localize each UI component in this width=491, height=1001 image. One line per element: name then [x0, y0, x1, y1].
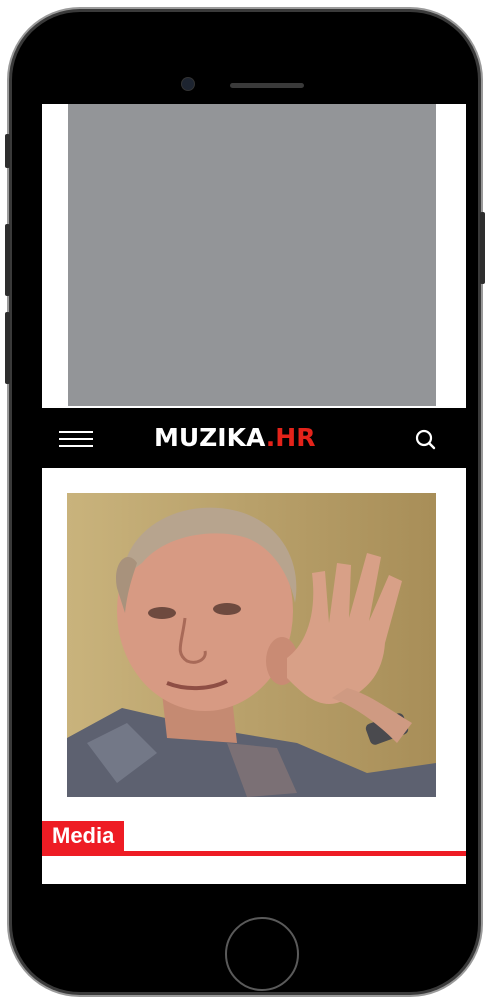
- home-button[interactable]: [225, 917, 299, 991]
- mute-switch: [5, 134, 10, 168]
- power-button: [480, 212, 485, 284]
- ad-placeholder[interactable]: [68, 104, 436, 406]
- logo-main-text: MUZIKA: [154, 423, 266, 452]
- category-label[interactable]: Media: [42, 821, 125, 851]
- site-logo[interactable]: MUZIKA.HR: [154, 422, 354, 454]
- category-divider: [42, 851, 466, 856]
- phone-screen: MUZIKA.HR Media: [42, 104, 466, 884]
- volume-down-button: [5, 312, 10, 384]
- article-photo[interactable]: [67, 493, 436, 797]
- site-header: MUZIKA.HR: [42, 408, 466, 468]
- hamburger-menu-icon[interactable]: [59, 431, 93, 447]
- volume-up-button: [5, 224, 10, 296]
- category-section: Media: [42, 821, 466, 857]
- photo-illustration: [67, 493, 436, 797]
- logo-suffix-text: .HR: [265, 423, 316, 452]
- earpiece-speaker: [230, 83, 304, 88]
- search-icon[interactable]: [413, 427, 439, 453]
- front-camera: [182, 78, 194, 90]
